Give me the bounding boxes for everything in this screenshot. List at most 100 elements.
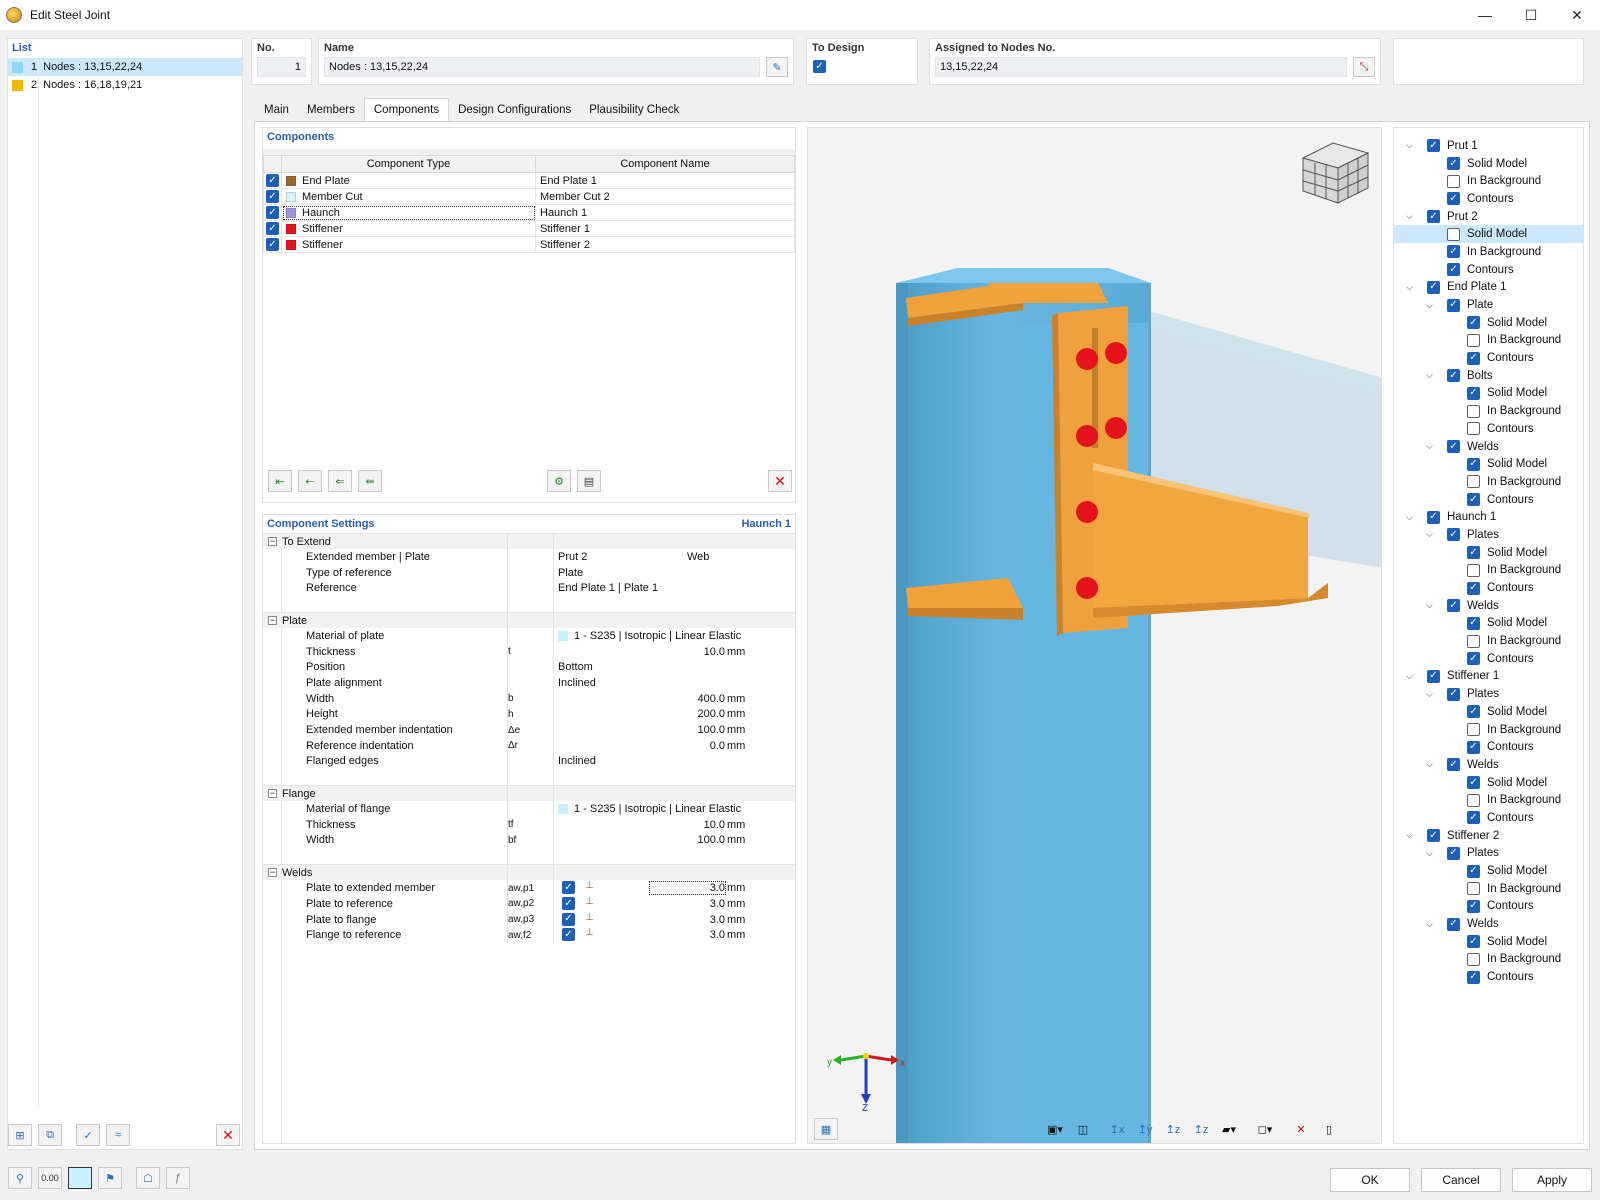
list-item-2[interactable]: 2 Nodes : 16,18,19,21 [8,76,242,94]
tree-checkbox[interactable]: ✓ [1467,776,1480,790]
tree-node[interactable]: ✓ In Background [1394,721,1583,739]
reference-indentation-input[interactable]: 0.0 [710,740,725,752]
chevron-down-icon[interactable]: ⌵ [1426,370,1433,381]
tree-checkbox[interactable]: ✓ [1427,210,1440,224]
view-icon[interactable]: ☖ [136,1167,160,1189]
tab-members[interactable]: Members [298,98,364,122]
fillet-weld-icon[interactable]: ⊥ [585,896,594,907]
decimals-icon[interactable]: 0.00 [38,1167,62,1189]
weld-size-input[interactable]: 3.0 [710,929,725,941]
tree-checkbox[interactable]: ✓ [1467,740,1480,754]
weld-size-input[interactable]: 3.0 [648,881,727,896]
row-material-of-plate[interactable]: Material of plate 1 - S235 | Isotropic |… [263,628,795,644]
tree-node[interactable]: ⌵ ✓ Welds [1394,597,1583,615]
row-reference-indentation[interactable]: Reference indentation Δr 0.0 mm [263,738,795,754]
tree-checkbox[interactable]: ✓ [1467,811,1480,825]
chevron-down-icon[interactable]: ⌵ [1426,919,1433,930]
apply-button[interactable]: Apply [1512,1168,1592,1192]
row-flanged-edges[interactable]: Flanged edges Inclined [263,754,795,770]
tree-node[interactable]: ✓ Contours [1394,190,1583,208]
chevron-down-icon[interactable]: ⌵ [1406,512,1413,523]
delete-joint-icon[interactable]: ✕ [216,1124,240,1146]
plate-material-select[interactable]: 1 - S235 | Isotropic | Linear Elastic [558,630,741,642]
tree-node[interactable]: ✓ Contours [1394,898,1583,916]
color-icon[interactable] [68,1167,92,1189]
list-item-1[interactable]: 1 Nodes : 13,15,22,24 [8,58,242,76]
tree-node[interactable]: ⌵ ✓ Welds [1394,915,1583,933]
extended-plate-select[interactable]: Web [687,551,709,563]
row-position[interactable]: Position Bottom [263,659,795,675]
tree-node[interactable]: ✓ Solid Model [1394,455,1583,473]
row-flange-width[interactable]: Width bf 100.0 mm [263,833,795,849]
tree-checkbox[interactable]: ✓ [1467,899,1480,913]
chevron-down-icon[interactable]: ⌵ [1426,300,1433,311]
tree-checkbox[interactable]: ✓ [1467,970,1480,984]
weld-enabled-checkbox[interactable]: ✓ [562,928,575,942]
column-component-name[interactable]: Component Name [535,155,795,173]
chevron-down-icon[interactable]: ⌵ [1406,282,1413,293]
tree-checkbox[interactable]: ✓ [1447,758,1460,772]
tree-checkbox[interactable]: ✓ [1467,351,1480,365]
weld-size-input[interactable]: 3.0 [710,898,725,910]
tree-checkbox[interactable]: ✓ [1467,546,1480,560]
flange-thickness-input[interactable]: 10.0 [704,819,725,831]
chevron-down-icon[interactable]: ⌵ [1426,600,1433,611]
row-checkbox[interactable]: ✓ [266,238,279,252]
to-design-checkbox[interactable]: ✓ [813,60,826,73]
tree-node[interactable]: ✓ Solid Model [1394,862,1583,880]
row-material-of-flange[interactable]: Material of flange 1 - S235 | Isotropic … [263,801,795,817]
tree-node[interactable]: ✓ Solid Model [1394,314,1583,332]
extended-member-select[interactable]: Prut 2 [558,551,587,563]
row-type-of-reference[interactable]: Type of reference Plate [263,565,795,581]
tree-node[interactable]: ✓ Solid Model [1394,933,1583,951]
tree-node[interactable]: ⌵ ✓ Haunch 1 [1394,508,1583,526]
tree-node[interactable]: ✓ Solid Model [1394,703,1583,721]
fillet-weld-icon[interactable]: ⊥ [585,880,594,891]
tree-checkbox[interactable]: ✓ [1427,669,1440,683]
tree-checkbox[interactable]: ✓ [1467,422,1480,436]
tree-checkbox[interactable]: ✓ [1467,316,1480,330]
tree-checkbox[interactable]: ✓ [1467,935,1480,949]
delete-component-icon[interactable]: ✕ [768,470,792,492]
function-icon[interactable]: ƒ [166,1167,190,1189]
tree-checkbox[interactable]: ✓ [1467,333,1480,347]
tree-checkbox[interactable]: ✓ [1447,599,1460,613]
tree-node[interactable]: ✓ Contours [1394,349,1583,367]
tree-checkbox[interactable]: ✓ [1427,280,1440,294]
chevron-down-icon[interactable]: ⌵ [1406,211,1413,222]
tree-node[interactable]: ⌵ ✓ Prut 2 [1394,208,1583,226]
tree-node[interactable]: ✓ Solid Model [1394,544,1583,562]
tree-checkbox[interactable]: ✓ [1467,864,1480,878]
tree-node[interactable]: ✓ Solid Model [1394,615,1583,633]
tree-checkbox[interactable]: ✓ [1467,705,1480,719]
row-weld-plate-to-reference[interactable]: Plate to reference aw,p2 ✓ ⊥ 3.0 mm [263,896,795,912]
tree-checkbox[interactable]: ✓ [1447,917,1460,931]
tree-node[interactable]: ⌵ ✓ Welds [1394,756,1583,774]
tree-node[interactable]: ✓ In Background [1394,402,1583,420]
group-flange[interactable]: − Flange [263,785,795,802]
view-iso-icon[interactable]: ↥z [1189,1118,1213,1140]
move-last-icon[interactable]: ⇚ [358,470,382,492]
thickness-input[interactable]: 10.0 [704,646,725,658]
new-joint-icon[interactable]: ⊞ [8,1124,32,1146]
tree-checkbox[interactable]: ✓ [1467,404,1480,418]
row-weld-plate-to-extended-member[interactable]: Plate to extended member aw,p1 ✓ ⊥ 3.0 m… [263,880,795,896]
visibility-icon[interactable]: ◫ [1071,1118,1095,1140]
view-x-icon[interactable]: ↥x [1105,1118,1129,1140]
chevron-down-icon[interactable]: ⌵ [1406,830,1413,841]
row-weld-flange-to-reference[interactable]: Flange to reference aw,f2 ✓ ⊥ 3.0 mm [263,927,795,943]
fillet-weld-icon[interactable]: ⊥ [585,927,594,938]
tree-checkbox[interactable]: ✓ [1467,952,1480,966]
tree-checkbox[interactable]: ✓ [1447,192,1460,206]
flange-width-input[interactable]: 100.0 [697,834,725,846]
table-row[interactable]: ✓ Stiffener Stiffener 1 [263,220,795,237]
tree-node[interactable]: ✓ Contours [1394,650,1583,668]
row-checkbox[interactable]: ✓ [266,222,279,236]
tree-checkbox[interactable]: ✓ [1467,652,1480,666]
tree-node[interactable]: ✓ Solid Model [1394,155,1583,173]
tree-checkbox[interactable]: ✓ [1467,616,1480,630]
tree-node[interactable]: ✓ In Background [1394,473,1583,491]
tree-node[interactable]: ✓ Contours [1394,420,1583,438]
tree-checkbox[interactable]: ✓ [1447,298,1460,312]
move-first-icon[interactable]: ⇐ [328,470,352,492]
